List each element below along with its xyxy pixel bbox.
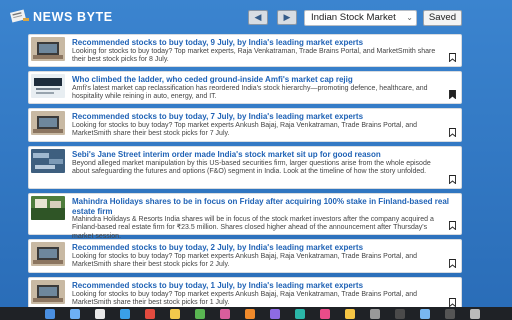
app-icon[interactable]: [345, 309, 355, 319]
app-icon[interactable]: [295, 309, 305, 319]
bookmark-outline-icon[interactable]: [449, 221, 456, 230]
bookmark-outline-icon[interactable]: [449, 53, 456, 62]
article-headline[interactable]: Mahindra Holidays shares to be in focus …: [72, 197, 455, 216]
article-thumbnail: [31, 149, 65, 173]
article-summary: Looking for stocks to buy today? Top mar…: [72, 291, 418, 307]
bookmark-filled-icon[interactable]: [449, 90, 456, 99]
article-thumbnail: [31, 280, 65, 304]
bookmark-outline-icon[interactable]: [449, 259, 456, 268]
article-card[interactable]: Recommended stocks to buy today, 2 July,…: [28, 239, 462, 273]
app-icon[interactable]: [320, 309, 330, 319]
article-headline[interactable]: Recommended stocks to buy today, 2 July,…: [72, 243, 455, 253]
app-icon[interactable]: [270, 309, 280, 319]
bookmark-outline-icon[interactable]: [449, 128, 456, 137]
app-icon[interactable]: [445, 309, 455, 319]
app-icon[interactable]: [245, 309, 255, 319]
article-headline[interactable]: Recommended stocks to buy today, 7 July,…: [72, 112, 455, 122]
market-select[interactable]: Indian Stock Market ⌄: [304, 10, 417, 26]
app-icon[interactable]: [370, 309, 380, 319]
article-headline[interactable]: Who climbed the ladder, who ceded ground…: [72, 75, 455, 85]
app-icon[interactable]: [70, 309, 80, 319]
app-icon[interactable]: [120, 309, 130, 319]
app-icon[interactable]: [420, 309, 430, 319]
article-summary: Mahindra Holidays & Resorts India shares…: [72, 216, 434, 240]
app-icon[interactable]: [470, 309, 480, 319]
saved-button[interactable]: Saved: [423, 10, 462, 26]
article-thumbnail: [31, 74, 65, 98]
article-summary: Looking for stocks to buy today? Top mar…: [72, 122, 418, 138]
article-card[interactable]: Who climbed the ladder, who ceded ground…: [28, 71, 462, 104]
app-title: NEWS BYTE: [33, 10, 113, 24]
article-thumbnail: [31, 196, 65, 220]
app-icon[interactable]: [395, 309, 405, 319]
article-card[interactable]: Recommended stocks to buy today, 9 July,…: [28, 34, 462, 67]
prev-button[interactable]: ◀: [248, 10, 268, 25]
finder-icon[interactable]: [45, 309, 55, 319]
arrow-right-icon: ▶: [283, 12, 291, 22]
article-summary: Looking for stocks to buy today? Top mar…: [72, 253, 418, 269]
app-window: NEWS BYTE ◀ ▶ Indian Stock Market ⌄ Save…: [0, 0, 512, 312]
article-thumbnail: [31, 111, 65, 135]
article-card[interactable]: Mahindra Holidays shares to be in focus …: [28, 193, 462, 240]
market-select-value: Indian Stock Market: [311, 12, 396, 23]
article-headline[interactable]: Recommended stocks to buy today, 1 July,…: [72, 281, 455, 291]
chevron-down-icon: ⌄: [406, 13, 413, 22]
article-headline[interactable]: Recommended stocks to buy today, 9 July,…: [72, 38, 455, 48]
header-bar: NEWS BYTE ◀ ▶ Indian Stock Market ⌄ Save…: [0, 0, 512, 36]
dock-bar: [0, 307, 512, 320]
app-icon[interactable]: [95, 309, 105, 319]
newspaper-logo-icon: [10, 9, 29, 23]
app-icon[interactable]: [145, 309, 155, 319]
next-button[interactable]: ▶: [277, 10, 297, 25]
article-summary: Looking for stocks to buy today? Top mar…: [72, 48, 436, 64]
article-thumbnail: [31, 242, 65, 266]
app-icon[interactable]: [220, 309, 230, 319]
arrow-left-icon: ◀: [254, 12, 262, 22]
article-thumbnail: [31, 37, 65, 61]
article-card[interactable]: Recommended stocks to buy today, 7 July,…: [28, 108, 462, 142]
article-summary: Beyond alleged market manipulation by th…: [72, 160, 431, 176]
bookmark-outline-icon[interactable]: [449, 298, 456, 307]
bookmark-outline-icon[interactable]: [449, 175, 456, 184]
article-card[interactable]: Sebi's Jane Street interim order made In…: [28, 146, 462, 189]
app-icon[interactable]: [195, 309, 205, 319]
article-headline[interactable]: Sebi's Jane Street interim order made In…: [72, 150, 455, 160]
article-summary: Amfi's latest market cap reclassificatio…: [72, 85, 428, 101]
app-icon[interactable]: [170, 309, 180, 319]
